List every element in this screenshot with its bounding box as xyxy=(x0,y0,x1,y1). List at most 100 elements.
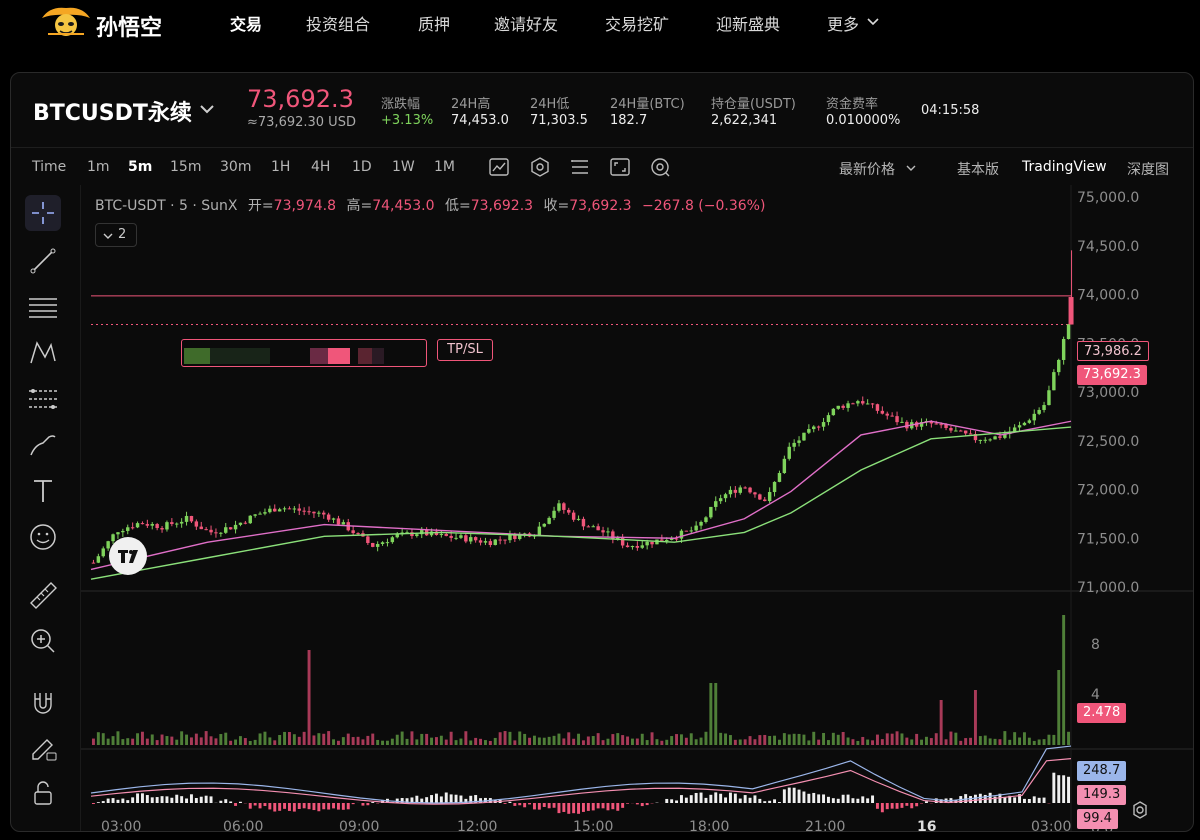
order-line-label[interactable] xyxy=(181,339,427,367)
volume-bar xyxy=(351,737,355,745)
chevron-down-icon[interactable] xyxy=(905,162,917,174)
lock-drawings-tool[interactable] xyxy=(25,731,61,767)
volume-bar xyxy=(469,740,473,745)
macd-histogram-bar xyxy=(327,803,331,810)
volume-bar xyxy=(846,737,850,745)
nav-trade[interactable]: 交易 xyxy=(230,11,262,35)
legend-low-key: 低= xyxy=(444,198,471,214)
legend-high: 74,453.0 xyxy=(372,198,435,214)
view-basic[interactable]: 基本版 xyxy=(957,159,999,179)
volume-bar xyxy=(861,736,865,745)
macd-histogram-bar xyxy=(924,801,928,803)
candle-body xyxy=(145,524,150,526)
volume-bar xyxy=(640,733,644,745)
candle-body xyxy=(601,530,605,533)
nav-trade-mining[interactable]: 交易挖矿 xyxy=(605,11,669,35)
candle-body xyxy=(459,535,463,538)
tf-4h[interactable]: 4H xyxy=(311,159,330,175)
tf-1w[interactable]: 1W xyxy=(392,159,415,175)
stat-value-change: +3.13% xyxy=(381,113,434,128)
candle-body xyxy=(679,530,684,539)
fullscreen-icon[interactable] xyxy=(609,156,631,178)
brush-tool[interactable] xyxy=(25,427,61,463)
volume-bar xyxy=(229,740,233,745)
crosshair-tool[interactable] xyxy=(25,195,61,231)
tf-time[interactable]: Time xyxy=(32,159,66,175)
volume-bar xyxy=(219,734,223,745)
tf-5m[interactable]: 5m xyxy=(128,159,152,175)
tf-1m[interactable]: 1m xyxy=(87,159,110,175)
macd-histogram-bar xyxy=(1057,775,1061,803)
candle-body xyxy=(728,489,733,495)
volume-bar xyxy=(292,734,296,745)
nav-invite[interactable]: 邀请好友 xyxy=(494,11,558,35)
volume-bar xyxy=(493,737,497,745)
candle-body xyxy=(366,536,370,543)
time-axis-tick: 03:00 xyxy=(1031,819,1071,832)
volume-bar xyxy=(694,739,698,745)
text-tool[interactable] xyxy=(25,473,61,509)
tf-15m[interactable]: 15m xyxy=(170,159,201,175)
settings-hex-icon[interactable] xyxy=(529,156,551,178)
macd-histogram-bar xyxy=(856,798,860,803)
candle-body xyxy=(733,489,738,493)
tf-30m[interactable]: 30m xyxy=(220,159,251,175)
macd-histogram-bar xyxy=(611,803,615,810)
candle-body xyxy=(723,494,728,499)
ruler-tool[interactable] xyxy=(25,577,61,613)
tpsl-button[interactable]: TP/SL xyxy=(437,339,493,361)
indicators-collapse-button[interactable]: 2 xyxy=(95,223,137,247)
candle-body xyxy=(596,526,600,531)
volume-bar xyxy=(626,736,630,745)
volume-bar xyxy=(204,731,208,745)
macd-histogram-bar xyxy=(738,798,742,803)
chart-area[interactable]: 75,000.074,500.074,000.073,500.073,000.0… xyxy=(81,185,1194,832)
volume-bar xyxy=(915,733,919,745)
brand-logo[interactable]: 孙悟空 xyxy=(40,4,180,41)
list-icon[interactable] xyxy=(569,156,591,178)
horizontal-lines-tool[interactable] xyxy=(25,289,61,325)
nav-staking[interactable]: 质押 xyxy=(418,11,450,35)
macd-histogram-bar xyxy=(724,797,728,803)
magnet-tool[interactable] xyxy=(25,685,61,721)
fib-tool[interactable] xyxy=(25,381,61,417)
emoji-tool[interactable] xyxy=(25,519,61,555)
unlock-tool[interactable] xyxy=(25,775,61,811)
chevron-down-icon[interactable] xyxy=(197,99,217,119)
candlestick-chart[interactable]: 75,000.074,500.074,000.073,500.073,000.0… xyxy=(81,185,1194,832)
indicators-icon[interactable] xyxy=(488,156,510,178)
nav-more[interactable]: 更多 xyxy=(827,11,859,35)
macd-histogram-bar xyxy=(733,793,737,803)
volume-bar xyxy=(121,739,125,745)
price-type-selector[interactable]: 最新价格 xyxy=(839,159,895,179)
volume-bar xyxy=(949,731,953,745)
snapshot-icon[interactable] xyxy=(649,156,671,178)
macd-histogram-bar xyxy=(900,803,904,808)
gear-icon[interactable] xyxy=(1129,799,1151,821)
macd-histogram-bar xyxy=(346,803,350,810)
trendline-tool[interactable] xyxy=(25,243,61,279)
volume-bar xyxy=(415,739,419,745)
view-tradingview[interactable]: TradingView xyxy=(1022,159,1107,175)
candle-body xyxy=(836,405,840,409)
zoom-tool[interactable] xyxy=(25,623,61,659)
volume-bar xyxy=(650,732,654,745)
pattern-tool[interactable] xyxy=(25,335,61,371)
volume-bar xyxy=(993,738,997,745)
candle-body xyxy=(219,532,223,534)
candle-body xyxy=(875,404,880,411)
candle-body xyxy=(694,525,698,531)
tradingview-logo[interactable] xyxy=(109,537,147,575)
candle-body xyxy=(307,511,311,513)
macd-histogram-bar xyxy=(1042,797,1046,803)
candle-body xyxy=(714,501,718,507)
volume-bar xyxy=(356,736,360,745)
tf-1d[interactable]: 1D xyxy=(352,159,372,175)
nav-portfolio[interactable]: 投资组合 xyxy=(306,11,370,35)
symbol-selector[interactable]: BTCUSDT永续 xyxy=(33,95,192,127)
candle-body xyxy=(772,481,777,493)
tf-1mo[interactable]: 1M xyxy=(434,159,455,175)
tf-1h[interactable]: 1H xyxy=(271,159,290,175)
nav-welcome-event[interactable]: 迎新盛典 xyxy=(716,11,780,35)
view-depth[interactable]: 深度图 xyxy=(1127,159,1169,179)
